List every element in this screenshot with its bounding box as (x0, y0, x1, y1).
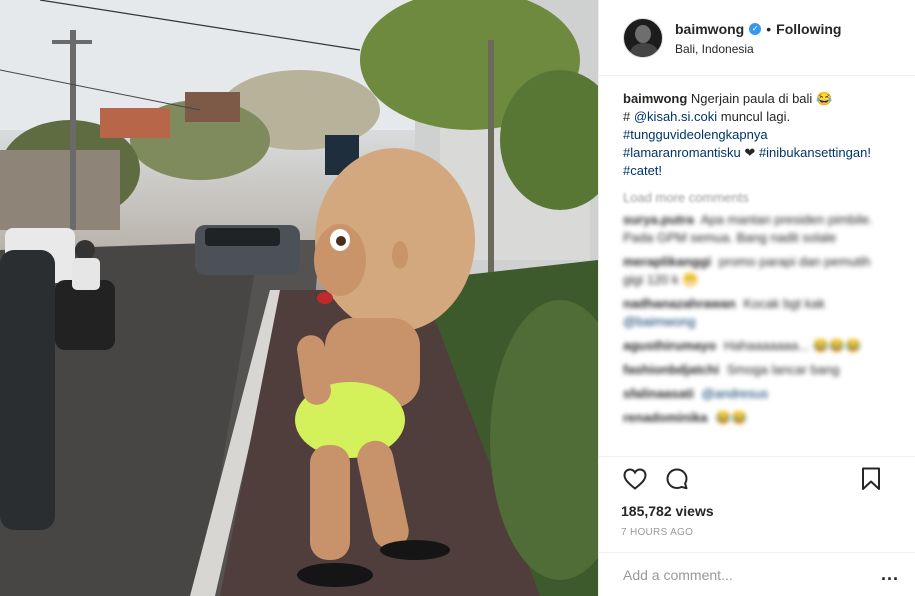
heart-icon[interactable] (621, 465, 649, 493)
hashtag-link[interactable]: #inibukansettingan! (759, 145, 871, 160)
caption: baimwong Ngerjain paula di bali 😂 # @kis… (623, 90, 891, 180)
comment-item: nadhanazahrawan Kocak bgt kak @baimwong (623, 295, 891, 331)
hashtag-link[interactable]: #catet! (623, 163, 662, 178)
header-row: baimwong ✓ • Following (675, 20, 841, 38)
comment-username[interactable]: surya.putra (623, 212, 694, 227)
location-link[interactable]: Bali, Indonesia (675, 42, 841, 56)
avatar[interactable] (623, 17, 663, 58)
hashtag-link[interactable]: #tungguvideolengkapnya (623, 127, 768, 142)
post-actions: 185,782 views 7 HOURS AGO (599, 456, 915, 538)
caption-username[interactable]: baimwong (623, 91, 687, 106)
comment-text: Hahaaaaaaa... 😂😂😂 (723, 338, 862, 353)
comment-username[interactable]: renadominika (623, 410, 708, 425)
post-side-panel: baimwong ✓ • Following Bali, Indonesia b… (598, 0, 915, 596)
comment-username[interactable]: sfalinaasati (623, 386, 694, 401)
hashtag-link[interactable]: #lamaranromantisku (623, 145, 741, 160)
comment-text: Smoga lancar bang (726, 362, 840, 377)
caption-emoji: 😂 (815, 91, 833, 106)
comment-icon[interactable] (663, 465, 691, 493)
comment-item: surya.putra Apa mantan presiden pimbile.… (623, 211, 891, 247)
comment-mention[interactable]: @andresus (701, 386, 768, 401)
caption-text-2: muncul lagi. (720, 109, 791, 124)
comments-list: baimwong Ngerjain paula di bali 😂 # @kis… (599, 76, 915, 456)
add-comment-input[interactable]: Add a comment... (623, 567, 881, 583)
comment-username[interactable]: fashionbdjatchi (623, 362, 719, 377)
post-timestamp[interactable]: 7 HOURS AGO (621, 527, 899, 538)
username-link[interactable]: baimwong (675, 21, 744, 37)
comment-item: meraplikanggi promo parapi dan pemutih g… (623, 253, 891, 289)
comment-username[interactable]: agusthirumayo (623, 338, 716, 353)
heart-emoji: ❤ (744, 145, 756, 160)
header-text: baimwong ✓ • Following Bali, Indonesia (675, 20, 841, 56)
post-header: baimwong ✓ • Following Bali, Indonesia (599, 0, 915, 76)
comment-item: fashionbdjatchi Smoga lancar bang (623, 361, 891, 379)
comment-text: Kocak bgt kak (743, 296, 825, 311)
following-button[interactable]: Following (776, 21, 841, 37)
video-frame (0, 0, 598, 596)
add-comment-bar: Add a comment... ... (599, 552, 915, 596)
comment-username[interactable]: meraplikanggi (623, 254, 711, 269)
caption-mention[interactable]: @kisah.si.coki (634, 109, 717, 124)
bookmark-icon[interactable] (857, 465, 885, 493)
comment-item: sfalinaasati @andresus (623, 385, 891, 403)
caption-text: Ngerjain paula di bali (690, 91, 813, 106)
action-icons (621, 457, 899, 501)
post-video[interactable] (0, 0, 598, 596)
separator-dot: • (766, 20, 772, 37)
comment-text: 😂😂 (715, 410, 748, 425)
load-more-comments-button[interactable]: Load more comments (623, 190, 891, 205)
more-options-button[interactable]: ... (881, 564, 899, 585)
comment-username[interactable]: nadhanazahrawan (623, 296, 736, 311)
comment-item: agusthirumayo Hahaaaaaaa... 😂😂😂 (623, 337, 891, 355)
view-count[interactable]: 185,782 views (621, 503, 899, 519)
comment-item: renadominika 😂😂 (623, 409, 891, 427)
caption-hash: # (623, 109, 631, 124)
check-icon: ✓ (749, 22, 762, 35)
comment-mention[interactable]: @baimwong (623, 314, 695, 329)
